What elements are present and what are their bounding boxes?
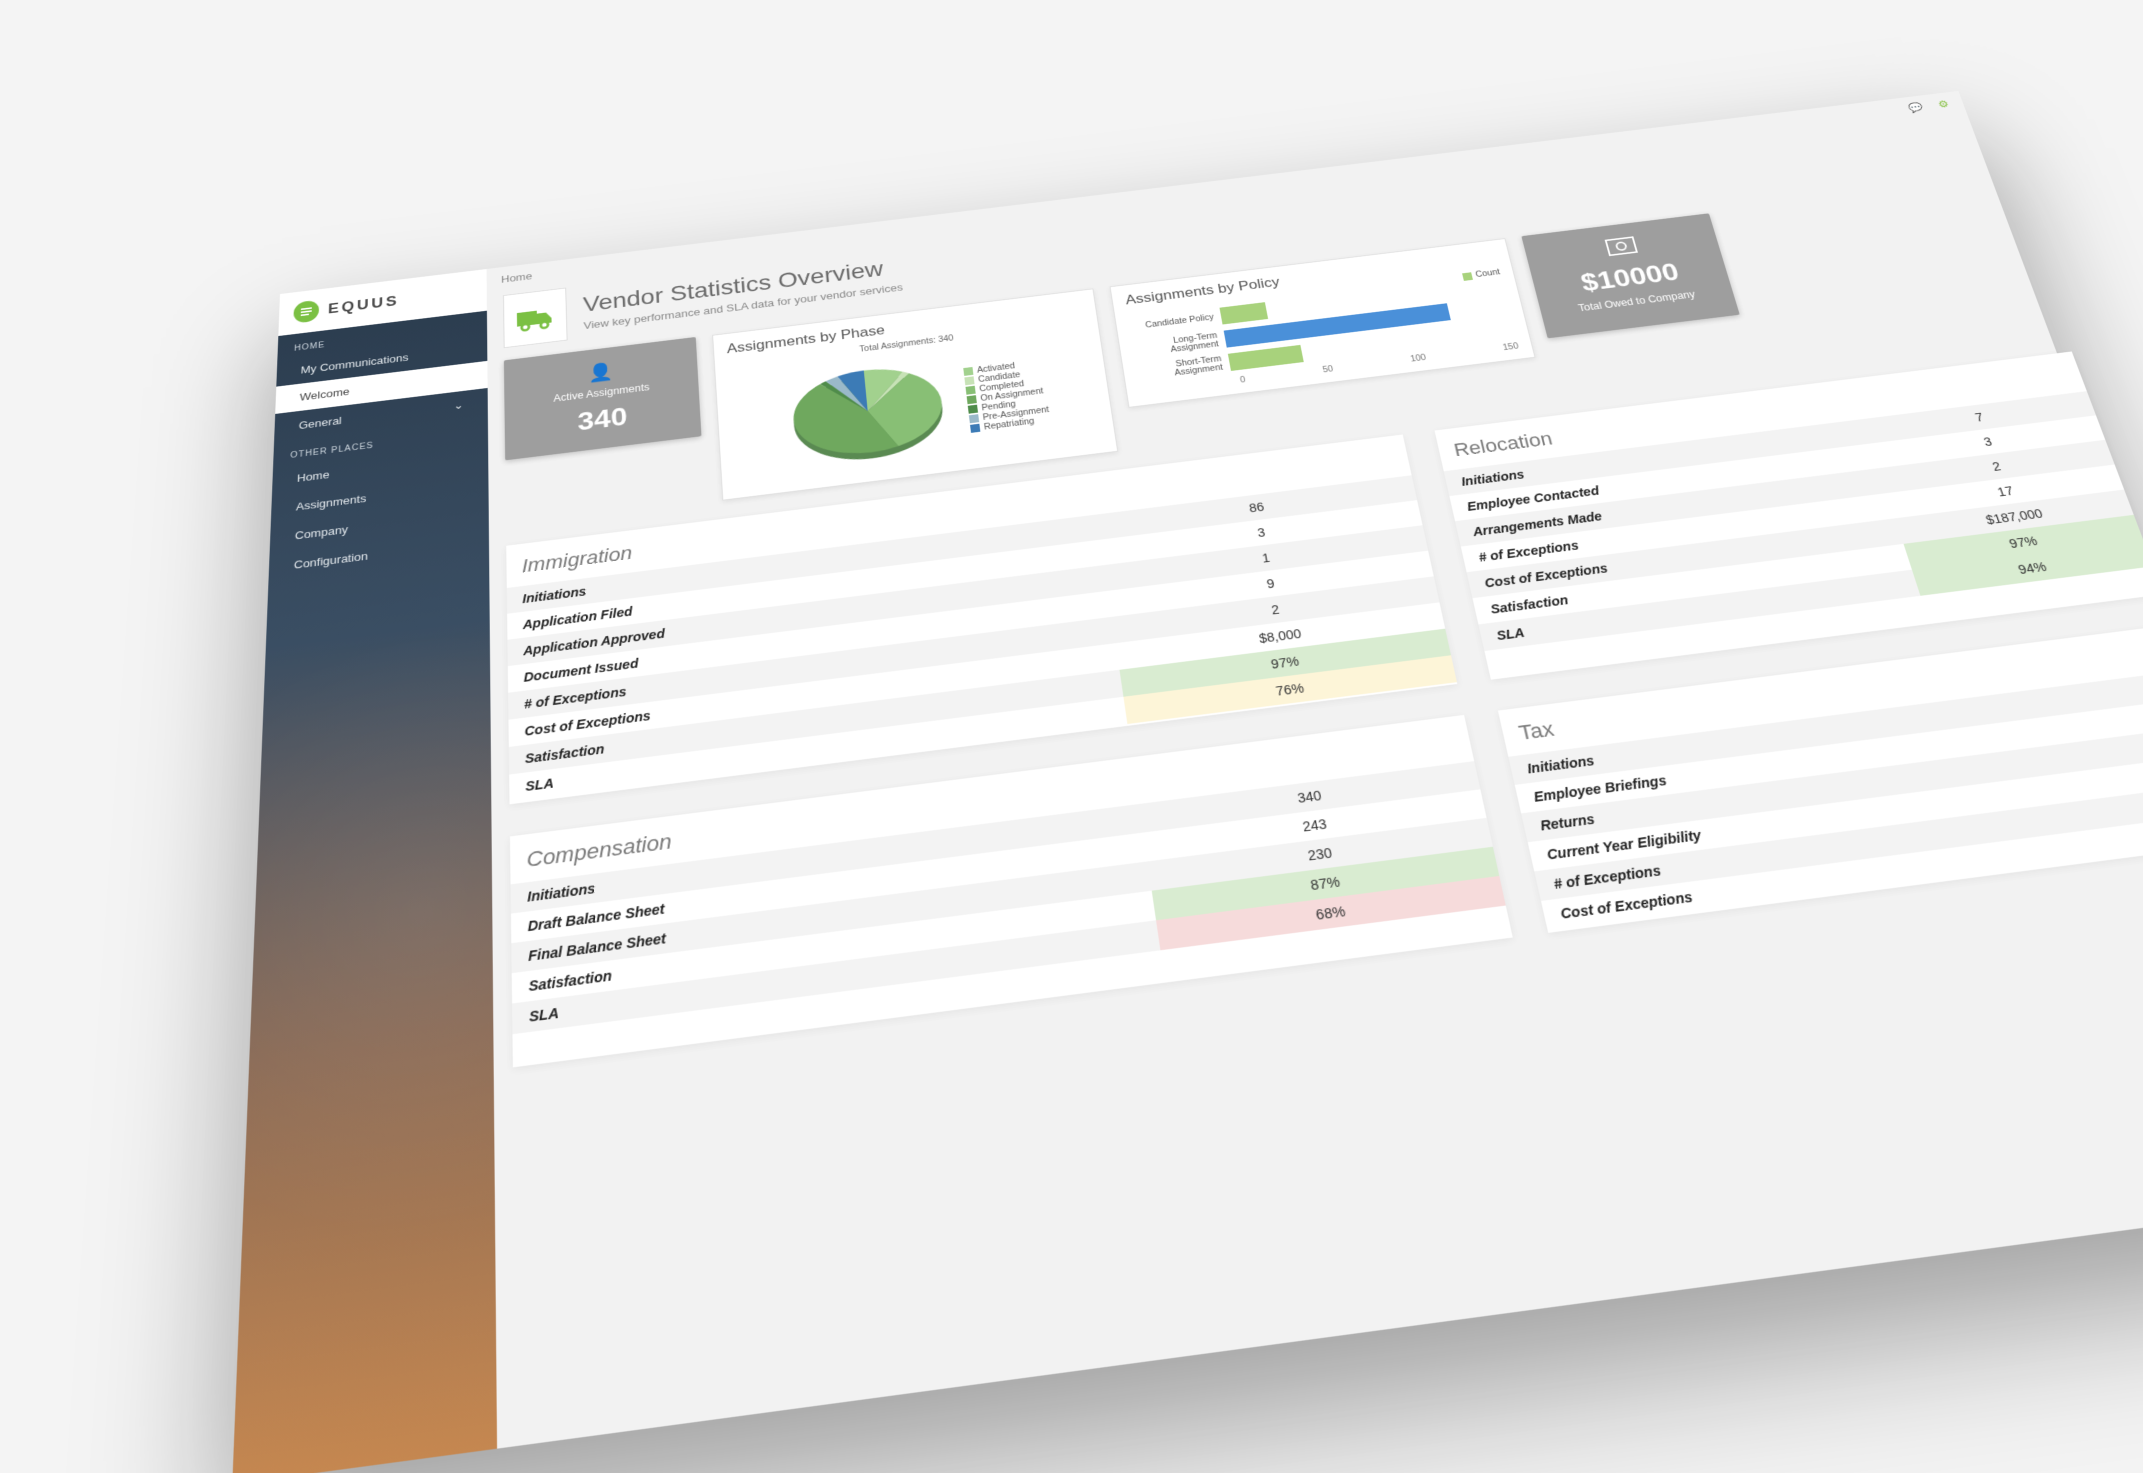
panel-relocation: Relocation Initiations7Employee Contacte… [1434, 351, 2143, 679]
page-icon [503, 288, 568, 349]
brand-text: EQUUS [328, 293, 400, 317]
pie-chart [775, 343, 963, 484]
sidebar: EQUUS HOME My CommunicationsWelcomeGener… [232, 269, 497, 1473]
app-window: EQUUS HOME My CommunicationsWelcomeGener… [232, 91, 2143, 1473]
chat-icon[interactable]: 💬 [1907, 101, 1925, 114]
breadcrumb[interactable]: Home [501, 270, 532, 285]
gear-icon[interactable]: ⚙ [1936, 98, 1950, 110]
panel-tax: Tax InitiationsEmployee BriefingsReturns… [1498, 624, 2143, 933]
brand-mark-icon [293, 300, 319, 324]
chevron-down-icon: ⌄ [454, 399, 464, 413]
main-content: Home 💬 ⚙ Vendor Statistics Overview View… [487, 91, 2143, 1449]
legend-label: Count [1475, 268, 1501, 279]
pie-legend: ActivatedCandidateCompletedOn Assignment… [964, 357, 1051, 434]
tile-total-owed[interactable]: $10000 Total Owed to Company [1521, 213, 1739, 338]
bar-legend: Count [1462, 267, 1501, 281]
